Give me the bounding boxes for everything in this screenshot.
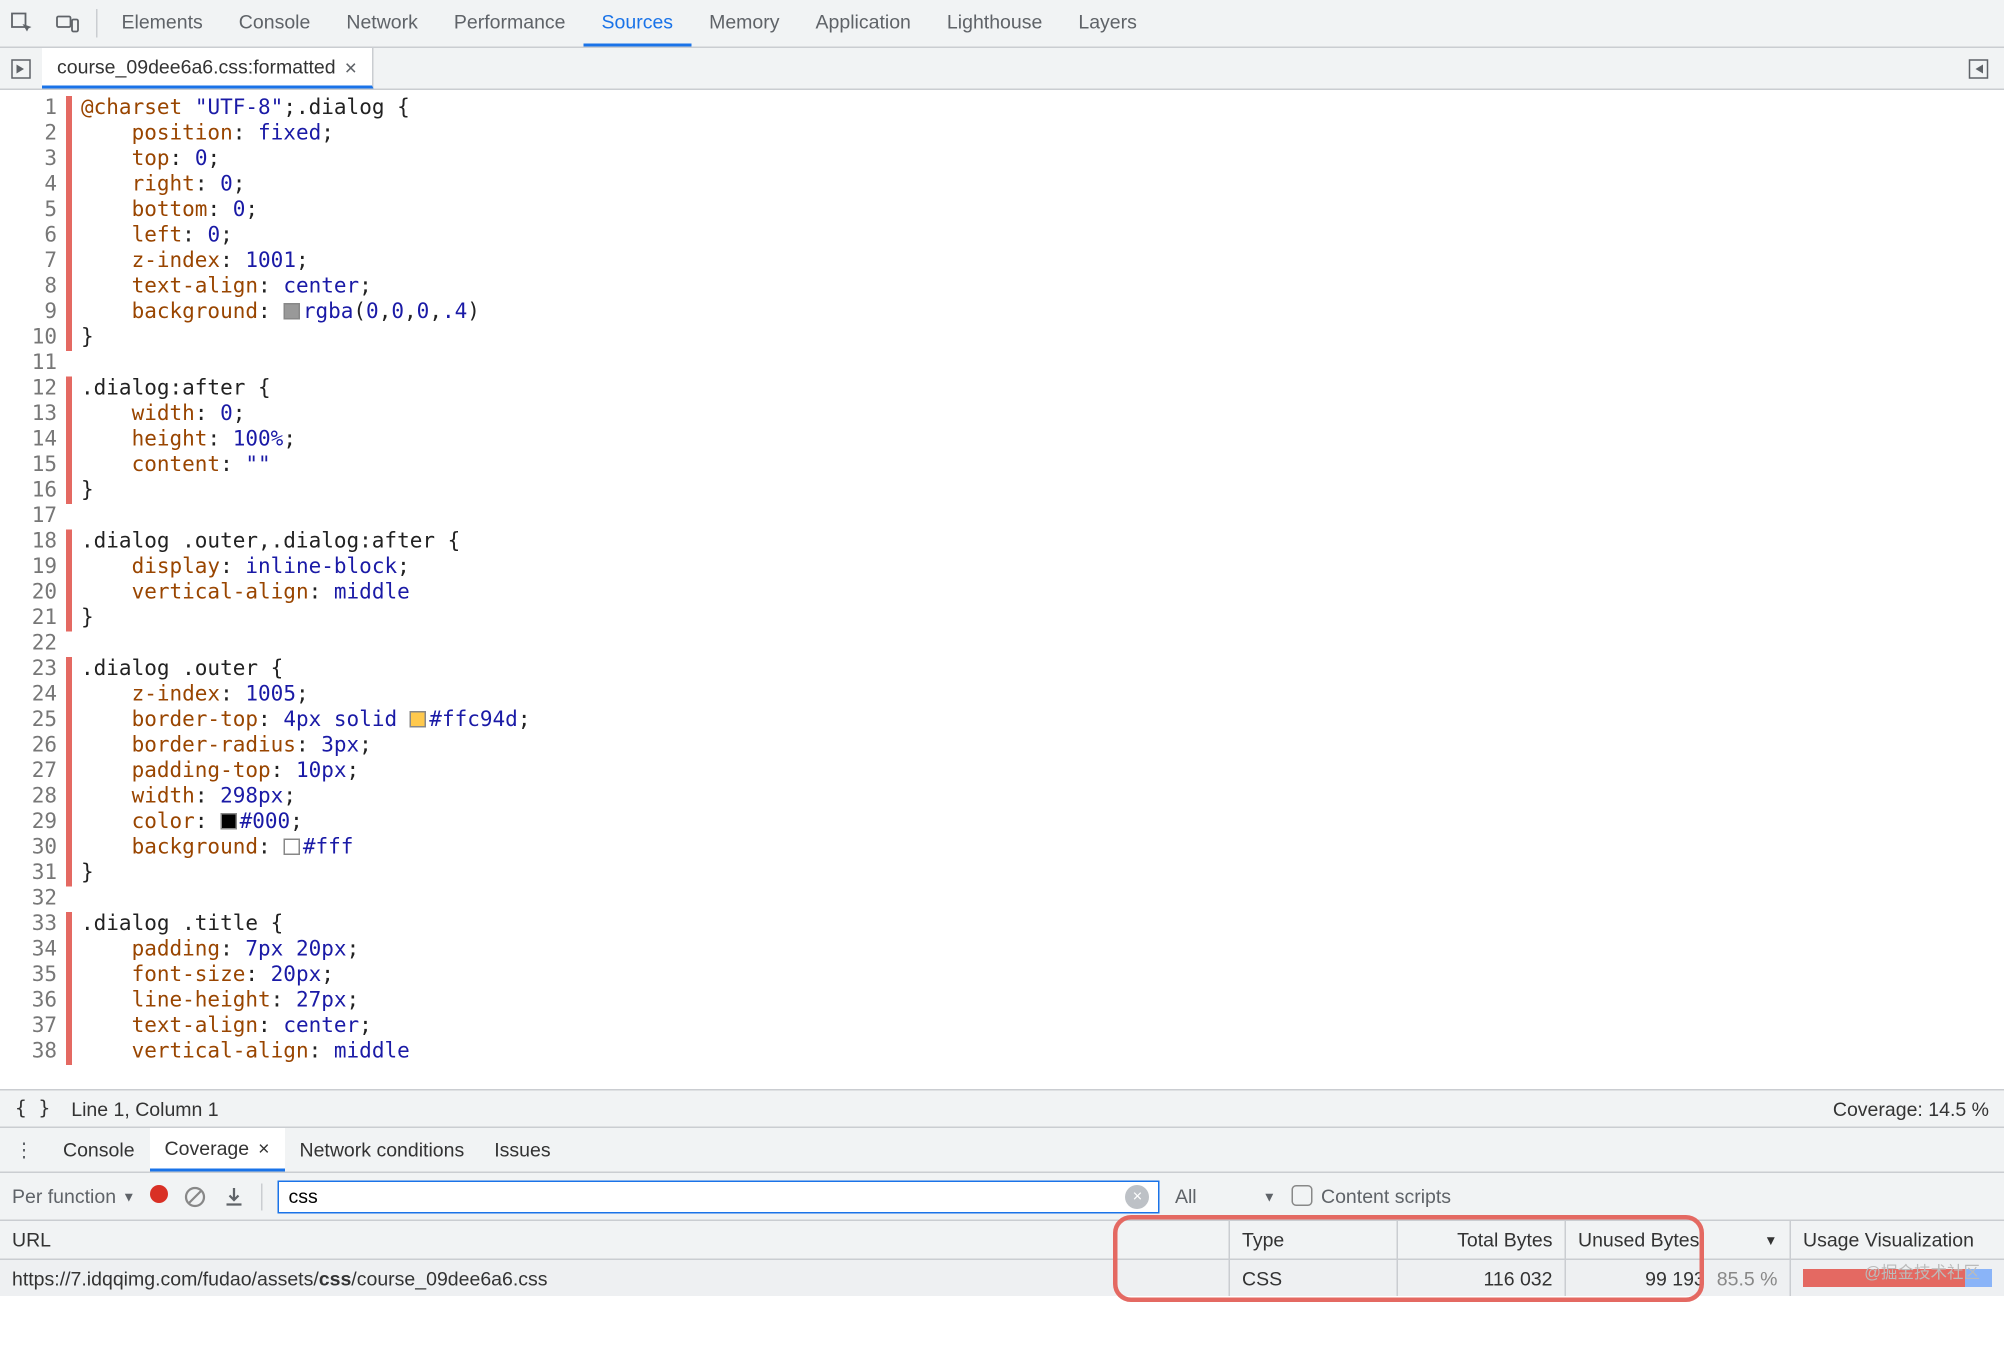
navigator-toggle-icon[interactable] xyxy=(0,48,42,89)
cursor-position: Line 1, Column 1 xyxy=(71,1097,218,1120)
line-gutter: 1 2 3 4 5 6 7 8 9 10 11 12 13 14 15 16 1… xyxy=(0,90,66,1089)
chevron-down-icon: ▼ xyxy=(122,1189,135,1204)
record-button[interactable] xyxy=(150,1185,168,1208)
drawer-tab-console[interactable]: Console xyxy=(48,1128,150,1172)
inspect-icon[interactable] xyxy=(0,0,45,47)
col-viz[interactable]: Usage Visualization xyxy=(1791,1221,2004,1259)
file-tab-bar: course_09dee6a6.css:formatted × xyxy=(0,48,2004,90)
toggle-debugger-icon[interactable] xyxy=(1953,48,2004,89)
content-scripts-checkbox[interactable]: Content scripts xyxy=(1291,1185,1451,1208)
sort-desc-icon: ▼ xyxy=(1764,1232,1777,1247)
device-toggle-icon[interactable] xyxy=(45,0,90,47)
table-header: URL Type Total Bytes Unused Bytes ▼ Usag… xyxy=(0,1221,2004,1260)
col-unused[interactable]: Unused Bytes ▼ xyxy=(1566,1221,1791,1259)
tab-layers[interactable]: Layers xyxy=(1060,0,1155,47)
clear-filter-icon[interactable]: × xyxy=(1125,1184,1149,1208)
tab-elements[interactable]: Elements xyxy=(104,0,221,47)
tab-console[interactable]: Console xyxy=(221,0,329,47)
table-row[interactable]: https://7.idqqimg.com/fudao/assets/css/c… xyxy=(0,1260,2004,1296)
tab-performance[interactable]: Performance xyxy=(436,0,584,47)
chevron-down-icon: ▼ xyxy=(1263,1189,1276,1204)
coverage-table: URL Type Total Bytes Unused Bytes ▼ Usag… xyxy=(0,1221,2004,1296)
close-icon[interactable]: × xyxy=(258,1137,269,1160)
tab-lighthouse[interactable]: Lighthouse xyxy=(929,0,1060,47)
format-icon[interactable]: { } xyxy=(15,1097,50,1120)
file-tab[interactable]: course_09dee6a6.css:formatted × xyxy=(42,48,373,89)
cell-unused: 99 193 85.5 % xyxy=(1566,1260,1791,1296)
drawer-tab-network-conditions[interactable]: Network conditions xyxy=(285,1128,480,1172)
coverage-percent: Coverage: 14.5 % xyxy=(1833,1097,1989,1120)
tab-application[interactable]: Application xyxy=(798,0,929,47)
devtools-tabbar: ElementsConsoleNetworkPerformanceSources… xyxy=(0,0,2004,48)
drawer-tabbar: ⋮ ConsoleCoverage×Network conditionsIssu… xyxy=(0,1128,2004,1173)
col-total[interactable]: Total Bytes xyxy=(1398,1221,1566,1259)
drawer-menu-icon[interactable]: ⋮ xyxy=(6,1128,42,1172)
export-icon[interactable] xyxy=(222,1184,246,1208)
col-url[interactable]: URL xyxy=(0,1221,1230,1259)
close-icon[interactable]: × xyxy=(345,55,357,79)
type-filter-select[interactable]: All ▼ xyxy=(1175,1185,1276,1208)
cell-url: https://7.idqqimg.com/fudao/assets/css/c… xyxy=(0,1260,1230,1296)
drawer-tab-issues[interactable]: Issues xyxy=(479,1128,565,1172)
coverage-mode-select[interactable]: Per function ▼ xyxy=(12,1185,135,1208)
coverage-toolbar: Per function ▼ × All ▼ Content scripts xyxy=(0,1173,2004,1221)
watermark: @掘金技术社区 xyxy=(1864,1260,1980,1284)
code-content[interactable]: @charset "UTF-8";.dialog { position: fix… xyxy=(72,90,530,1089)
file-tab-name: course_09dee6a6.css:formatted xyxy=(57,56,336,79)
tab-memory[interactable]: Memory xyxy=(691,0,797,47)
url-filter-input[interactable]: × xyxy=(278,1180,1160,1213)
drawer-tab-coverage[interactable]: Coverage× xyxy=(150,1128,285,1172)
col-type[interactable]: Type xyxy=(1230,1221,1398,1259)
clear-icon[interactable] xyxy=(183,1184,207,1208)
editor-status-bar: { } Line 1, Column 1 Coverage: 14.5 % xyxy=(0,1089,2004,1128)
tab-sources[interactable]: Sources xyxy=(584,0,692,47)
cell-type: CSS xyxy=(1230,1260,1398,1296)
cell-total: 116 032 xyxy=(1398,1260,1566,1296)
tab-network[interactable]: Network xyxy=(328,0,436,47)
code-editor[interactable]: 1 2 3 4 5 6 7 8 9 10 11 12 13 14 15 16 1… xyxy=(0,90,2004,1089)
url-filter-field[interactable] xyxy=(288,1185,1116,1208)
